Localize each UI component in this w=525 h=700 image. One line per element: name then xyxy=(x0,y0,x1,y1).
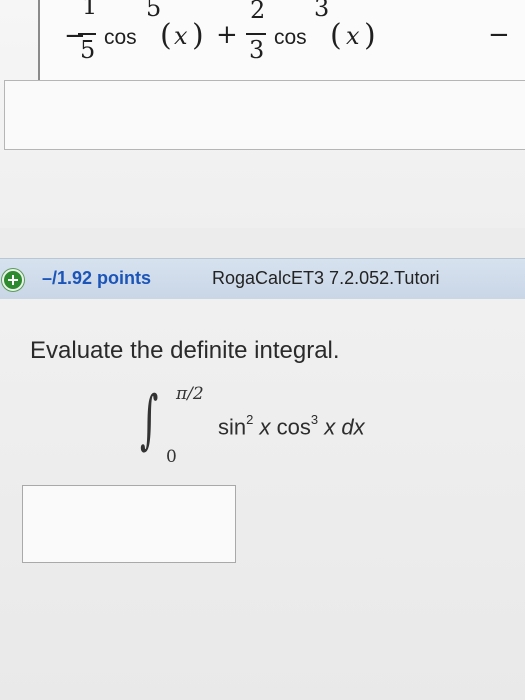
cos-function: cos xyxy=(274,26,307,49)
sin-exponent: 2 xyxy=(246,412,254,427)
question-header: –/1.92 points RogaCalcET3 7.2.052.Tutori xyxy=(0,258,525,300)
fraction-numerator: 1 xyxy=(82,0,98,20)
exponent: 3 xyxy=(314,0,330,22)
open-paren: ( xyxy=(330,18,342,53)
fraction-numerator: 2 xyxy=(250,0,266,24)
question-body: Evaluate the definite integral. ∫ π/2 0 … xyxy=(0,299,525,700)
cos-function: cos xyxy=(104,26,137,49)
variable-x: x xyxy=(324,414,336,440)
variable-x: x xyxy=(346,22,360,50)
variable-x: x xyxy=(259,414,271,440)
points-label: –/1.92 points xyxy=(42,268,152,288)
integral-lower-limit: 0 xyxy=(166,447,177,467)
plus-sign: + xyxy=(216,20,238,50)
variable-x: x xyxy=(174,22,188,50)
differential-dx: dx xyxy=(341,414,365,440)
fraction-bar xyxy=(246,33,266,35)
close-paren: ) xyxy=(364,18,376,53)
fraction-bar xyxy=(78,33,96,35)
cos-exponent: 3 xyxy=(310,412,319,427)
cos-function: cos xyxy=(276,414,311,440)
question-instruction: Evaluate the definite integral. xyxy=(30,337,340,364)
fraction-denominator: 3 xyxy=(249,36,265,64)
integral-sign: ∫ xyxy=(140,383,159,457)
plus-circle-icon[interactable] xyxy=(2,269,24,291)
exponent: 5 xyxy=(146,0,162,22)
fraction-denominator: 5 xyxy=(80,36,96,64)
problem-id: RogaCalcET3 7.2.052.Tutori xyxy=(212,268,440,288)
sin-function: sin xyxy=(218,414,247,440)
open-paren: ( xyxy=(160,18,172,53)
previous-answer-section: − 1 5 cos 5 ( x ) + 2 3 cos 3 ( x ) − xyxy=(0,0,525,228)
minus-sign: − xyxy=(488,20,510,50)
integral-upper-limit: π/2 xyxy=(176,384,204,404)
close-paren: ) xyxy=(192,18,204,53)
answer-input[interactable] xyxy=(22,485,236,563)
integrand: sin2 x cos3 x dx xyxy=(218,412,365,440)
previous-answer-strip xyxy=(4,80,525,150)
